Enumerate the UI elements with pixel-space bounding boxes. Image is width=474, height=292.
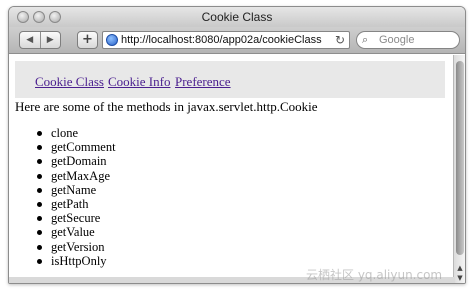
nav-link-cookie-class[interactable]: Cookie Class (35, 74, 104, 90)
nav-buttons: ◀ ▶ (19, 31, 61, 49)
address-bar[interactable]: http://localhost:8080/app02a/cookieClass… (102, 31, 350, 49)
add-bookmark-button[interactable]: + (77, 31, 98, 49)
list-item: getSecure (37, 211, 116, 225)
page-content: Cookie Class Cookie Info Preference Here… (9, 55, 455, 283)
list-item: getComment (37, 140, 116, 154)
url-text[interactable]: http://localhost:8080/app02a/cookieClass (121, 34, 329, 46)
search-field[interactable]: ⌕ Google (356, 31, 460, 49)
browser-window: Cookie Class ◀ ▶ + http://localhost:8080… (8, 6, 466, 284)
watermark: 云栖社区 yq.aliyun.com (306, 268, 443, 282)
window-title: Cookie Class (201, 10, 273, 24)
vertical-scrollbar[interactable]: ▲ ▼ (453, 55, 465, 283)
list-item: clone (37, 126, 116, 140)
list-item: isHttpOnly (37, 254, 116, 268)
globe-icon (106, 34, 118, 46)
list-item: getVersion (37, 240, 116, 254)
list-item: getDomain (37, 154, 116, 168)
list-item: getName (37, 183, 116, 197)
scrollbar-thumb[interactable] (456, 61, 464, 255)
reload-icon[interactable]: ↻ (335, 33, 345, 47)
methods-list: clone getComment getDomain getMaxAge get… (37, 126, 116, 268)
nav-link-cookie-info[interactable]: Cookie Info (108, 74, 170, 90)
back-arrow-icon: ◀ (26, 35, 34, 45)
back-button[interactable]: ◀ (20, 32, 41, 48)
forward-arrow-icon: ▶ (46, 35, 54, 45)
search-icon: ⌕ (362, 33, 369, 46)
scroll-down-arrow-icon[interactable]: ▼ (454, 273, 465, 283)
page-nav: Cookie Class Cookie Info Preference (15, 61, 445, 98)
scroll-up-arrow-icon[interactable]: ▲ (454, 263, 465, 273)
forward-button[interactable]: ▶ (41, 32, 61, 48)
list-item: getValue (37, 225, 116, 239)
search-placeholder: Google (379, 34, 415, 46)
list-item: getPath (37, 197, 116, 211)
title-bar: Cookie Class (9, 7, 465, 27)
browser-toolbar: ◀ ▶ + http://localhost:8080/app02a/cooki… (9, 27, 465, 54)
nav-link-preference[interactable]: Preference (175, 74, 231, 90)
list-item: getMaxAge (37, 169, 116, 183)
intro-text: Here are some of the methods in javax.se… (15, 99, 318, 114)
